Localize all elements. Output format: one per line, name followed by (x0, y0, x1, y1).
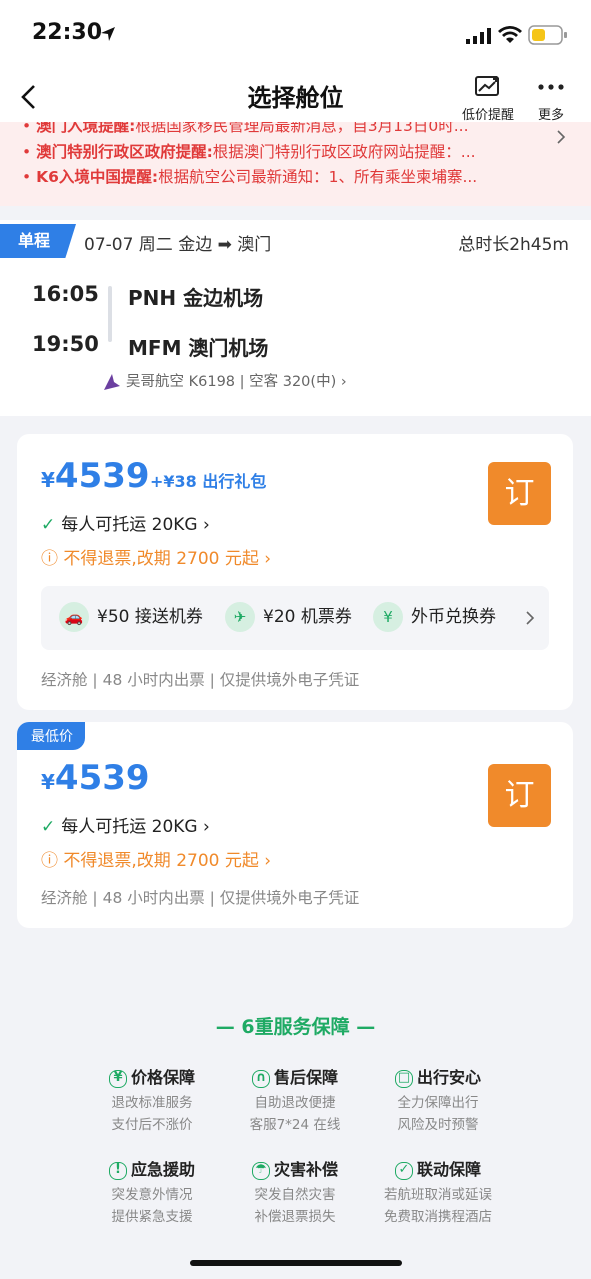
price-alert-button[interactable]: 低价提醒 (456, 74, 520, 123)
perk-label: 外币兑换券 (411, 607, 496, 627)
alert-label: K6入境中国提醒: (36, 168, 159, 186)
signal-icon (466, 28, 491, 44)
flight-info: 单程 07-07 周二 金边 ➡ 澳门 总时长2h45m 16:05 PNH 金… (0, 220, 591, 416)
price-currency: ¥ (41, 468, 55, 492)
total-duration: 总时长2h45m (458, 235, 569, 255)
airline-text: 吴哥航空 K6198 | 空客 320(中) › (126, 374, 347, 390)
more-label: 更多 (537, 108, 564, 123)
price-alert-label: 低价提醒 (461, 108, 514, 123)
status-bar: 22:30 (0, 0, 591, 70)
wifi-icon (498, 26, 522, 43)
price-currency: ¥ (41, 770, 55, 794)
guarantee-item-title: 应急援助 (130, 1160, 195, 1179)
alert-item[interactable]: • K6入境中国提醒:根据航空公司最新通知：1、所有乘坐柬埔寨... (22, 165, 542, 187)
route-line (108, 286, 112, 342)
car-icon: 🚗 (59, 602, 89, 632)
book-button[interactable]: 订 (488, 462, 551, 525)
home-indicator[interactable] (190, 1260, 402, 1266)
alert-text: 根据航空公司最新通知：1、所有乘坐柬埔寨... (158, 168, 478, 186)
guarantee-item-title: 价格保障 (130, 1068, 195, 1087)
arrive-airport: MFM 澳门机场 (128, 336, 269, 360)
headset-icon: ∩ (251, 1069, 270, 1088)
perk-item: ¥ 外币兑换券 (373, 602, 496, 632)
fare-card: 最低价 ¥4539 订 ✓ 每人可托运 20KG › ⓘ 不得退票,改期 2700… (17, 722, 573, 928)
alert-item[interactable]: • 澳门入境提醒:根据国家移民管理局最新消息，自3月13日0时... (22, 122, 542, 136)
baggage-text: 每人可托运 20KG › (61, 817, 210, 837)
yuan-icon: ¥ (108, 1069, 127, 1088)
alert-label: 澳门特别行政区政府提醒: (36, 143, 213, 161)
check-icon: ✓ (41, 817, 56, 837)
perk-label: ¥20 机票券 (263, 607, 352, 627)
fare-footer: 经济舱 | 48 小时内出票 | 仅提供境外电子凭证 (41, 671, 360, 689)
chart-plus-icon (475, 76, 499, 96)
alert-text: 根据国家移民管理局最新消息，自3月13日0时... (135, 122, 469, 135)
book-button[interactable]: 订 (488, 764, 551, 827)
fare-price: ¥4539 (41, 758, 150, 798)
depart-airport: PNH 金边机场 (128, 286, 264, 310)
refund-policy[interactable]: ⓘ 不得退票,改期 2700 元起 › (41, 846, 271, 871)
check-icon: ✓ (41, 515, 56, 535)
more-button[interactable]: 更多 (530, 74, 572, 123)
chevron-right-icon (526, 611, 535, 625)
perk-item: 🚗 ¥50 接送机券 (59, 602, 203, 632)
guarantee-item-desc: 免费取消携程酒店 (384, 1209, 492, 1225)
shield-icon: ✓ (394, 1161, 413, 1180)
status-time: 22:30 (32, 20, 103, 45)
perks-bar[interactable]: 🚗 ¥50 接送机券 ✈ ¥20 机票券 ¥ 外币兑换券 (41, 586, 549, 650)
location-arrow-icon (101, 27, 115, 41)
guarantee-item-desc: 全力保障出行 (397, 1095, 479, 1111)
guarantee-title: — 6重服务保障 — (215, 1016, 376, 1038)
airline-logo-icon (104, 374, 120, 390)
fare-footer: 经济舱 | 48 小时内出票 | 仅提供境外电子凭证 (41, 889, 360, 907)
depart-time: 16:05 (32, 282, 99, 306)
baggage-text: 每人可托运 20KG › (61, 515, 210, 535)
guarantee-item-title: 出行安心 (416, 1068, 481, 1087)
guarantee-item-desc: 风险及时预警 (397, 1117, 479, 1133)
baggage-info[interactable]: ✓ 每人可托运 20KG › (41, 510, 210, 535)
umbrella-icon: ☂ (251, 1161, 270, 1180)
lowest-price-badge: 最低价 (17, 722, 85, 750)
price-amount: 4539 (54, 758, 150, 798)
gift-package-link[interactable]: +¥38 出行礼包 (150, 468, 266, 492)
airline-info[interactable]: 吴哥航空 K6198 | 空客 320(中) › (102, 370, 347, 392)
alarm-icon: ! (108, 1161, 127, 1180)
arrive-time: 19:50 (32, 332, 99, 356)
perk-label: ¥50 接送机券 (97, 607, 203, 627)
guarantee-item: ✓ 联动保障 若航班取消或延误 免费取消携程酒店 (348, 1156, 528, 1228)
exchange-icon: ¥ (373, 602, 403, 632)
nav-bar: 选择舱位 低价提醒 更多 (0, 70, 591, 123)
alert-text: 根据澳门特别行政区政府网站提醒：... (212, 143, 476, 161)
guarantee-item-title: 灾害补偿 (273, 1160, 338, 1179)
refund-policy[interactable]: ⓘ 不得退票,改期 2700 元起 › (41, 544, 271, 569)
alert-label: 澳门入境提醒: (36, 122, 136, 135)
fare-card: ¥4539 +¥38 出行礼包 订 ✓ 每人可托运 20KG › ⓘ 不得退票,改… (17, 434, 573, 710)
one-way-tag: 单程 (0, 224, 76, 258)
guarantee-item: □ 出行安心 全力保障出行 风险及时预警 (348, 1064, 528, 1136)
plane-icon: ✈ (225, 602, 255, 632)
guarantee-item-desc: 若航班取消或延误 (384, 1187, 492, 1203)
route-summary: 07-07 周二 金边 ➡ 澳门 (84, 235, 272, 255)
perk-item: ✈ ¥20 机票券 (225, 602, 352, 632)
guarantee-item-title: 售后保障 (273, 1068, 338, 1087)
fare-price: ¥4539 (41, 456, 150, 496)
briefcase-icon: □ (394, 1069, 413, 1088)
baggage-info[interactable]: ✓ 每人可托运 20KG › (41, 812, 210, 837)
guarantee-item-title: 联动保障 (416, 1160, 481, 1179)
alert-banner[interactable]: • 澳门入境提醒:根据国家移民管理局最新消息，自3月13日0时... • 澳门特… (0, 122, 591, 206)
alert-item[interactable]: • 澳门特别行政区政府提醒:根据澳门特别行政区政府网站提醒：... (22, 140, 542, 162)
chevron-right-icon[interactable] (554, 128, 568, 146)
price-amount: 4539 (54, 456, 150, 496)
more-dots-icon (538, 84, 564, 90)
battery-icon (528, 25, 567, 45)
